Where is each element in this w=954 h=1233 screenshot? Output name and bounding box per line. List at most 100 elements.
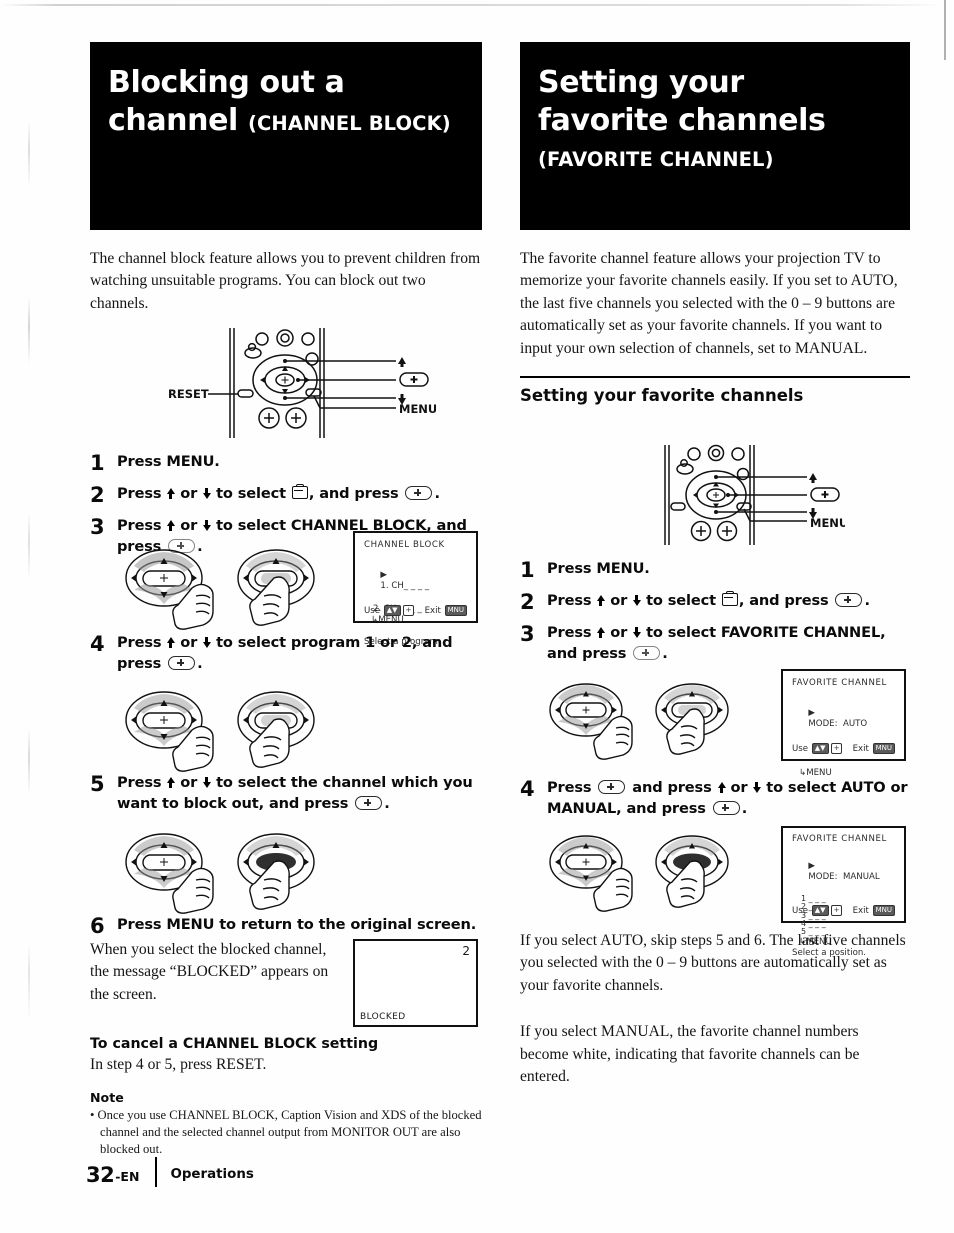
right-step-3: 3 Press or to select FAVORITE CHANNEL, a…	[520, 622, 910, 664]
osd-channel-block: CHANNEL BLOCK ▶ 1. CH_ _ _ _ 2. CH_ _ _ …	[353, 531, 478, 647]
enter-key-icon: +	[830, 904, 843, 916]
menu-settings-icon	[721, 590, 738, 606]
osd-row1-text: 1. CH_ _ _ _	[380, 581, 430, 592]
right-intro-paragraph: The favorite channel feature allows your…	[520, 250, 898, 357]
t: .	[434, 485, 440, 502]
menu-label-right: MENU	[810, 516, 845, 530]
scan-artifact-top	[0, 4, 954, 6]
right-step-4-wrap: 4 Press and press or to select AUTO or M…	[520, 777, 910, 819]
arrow-up-icon	[166, 777, 176, 788]
blocked-screen-channel: 2	[462, 944, 470, 958]
menu-key-icon: MNU	[444, 604, 467, 616]
left-intro-paragraph: The channel block feature allows you to …	[90, 250, 481, 312]
jog-enter-icon	[712, 801, 740, 815]
arrow-up-icon	[596, 595, 606, 606]
left-step-5-wrap: 5 Press or to select the channel which y…	[90, 772, 482, 814]
scan-artifact-right	[944, 0, 946, 60]
t: Press	[117, 517, 167, 534]
left-step-1-number: 1	[90, 451, 105, 475]
osd-channel-block-row1: ▶ 1. CH_ _ _ _	[364, 558, 468, 603]
enter-key-icon: +	[830, 742, 843, 754]
note-heading: Note	[90, 1090, 124, 1106]
jog-enter-icon	[168, 656, 196, 670]
updown-key-icon: ▲▼	[811, 904, 829, 916]
arrow-down-icon	[632, 627, 642, 638]
right-title-subtitle: (FAVORITE CHANNEL)	[538, 147, 774, 171]
menu-key-icon: MNU	[872, 904, 895, 916]
left-title-banner: Blocking out a channel (CHANNEL BLOCK)	[90, 42, 482, 230]
osd-use-group: Use ▲▼ +	[792, 742, 843, 755]
left-cancel-note-block: To cancel a CHANNEL BLOCK setting In ste…	[90, 1036, 482, 1158]
t: , and press	[308, 485, 404, 502]
osd-favorite-auto: FAVORITE CHANNEL ▶ MODE: AUTO ↳MENU Use …	[781, 669, 906, 778]
osd-cursor-icon: ▶	[808, 707, 815, 718]
menu-label-left: MENU	[399, 402, 436, 416]
right-title-line2: favorite channels	[538, 103, 826, 139]
t: and press	[627, 779, 717, 796]
left-step-1: 1 Press MENU.	[90, 451, 482, 475]
right-step-1-text: Press MENU.	[547, 560, 650, 577]
osd-mode-text: MODE: MANUAL	[808, 872, 880, 883]
left-step-2-number: 2	[90, 483, 105, 507]
left-title-line2: channel	[108, 103, 238, 139]
t: or	[605, 592, 633, 609]
scan-artifact-left	[28, 120, 30, 1100]
osd-use-label: Use	[792, 743, 809, 754]
joystick-pair-step4	[116, 686, 346, 772]
arrow-down-icon	[632, 595, 642, 606]
right-title-banner: Setting your favorite channels (FAVORITE…	[520, 42, 910, 230]
t: .	[197, 655, 203, 672]
t: .	[384, 795, 390, 812]
blocked-screen-message: BLOCKED	[360, 1012, 406, 1022]
menu-settings-icon	[291, 483, 308, 499]
arrow-up-icon	[166, 520, 176, 531]
right-step-1: 1 Press MENU.	[520, 558, 910, 582]
right-closing-paragraph-2: If you select MANUAL, the favorite chann…	[520, 1023, 860, 1086]
updown-key-icon: ▲▼	[811, 742, 829, 754]
arrow-down-icon	[202, 637, 212, 648]
osd-exit-label: Exit	[424, 605, 441, 616]
reset-label: RESET	[168, 387, 209, 401]
osd-favorite-manual-footer: Use ▲▼ + Exit MNU	[792, 904, 896, 917]
osd-exit-group: Exit MNU	[853, 904, 896, 917]
left-title-line1: Blocking out a	[108, 65, 345, 100]
right-step-4-number: 4	[520, 777, 535, 801]
arrow-up-icon	[166, 637, 176, 648]
left-title-suffix: (CHANNEL BLOCK)	[247, 112, 451, 136]
osd-favorite-manual-title: FAVORITE CHANNEL	[792, 834, 887, 844]
right-title: Setting your favorite channels	[538, 64, 892, 141]
left-step-3-number: 3	[90, 515, 105, 539]
osd-cursor-icon: ▶	[380, 569, 387, 580]
jog-enter-icon	[835, 593, 863, 607]
left-step-5-number: 5	[90, 772, 105, 796]
right-closing-block: If you select AUTO, skip steps 5 and 6. …	[520, 930, 910, 1089]
menu-key-icon: MNU	[872, 742, 895, 754]
osd-favorite-manual-mode: ▶ MODE: MANUAL	[792, 849, 896, 894]
joystick-pair-right-step4	[540, 830, 760, 916]
arrow-up-icon	[717, 782, 726, 793]
t: Press	[117, 485, 167, 502]
jog-enter-icon	[633, 646, 661, 660]
right-closing-paragraph-1: If you select AUTO, skip steps 5 and 6. …	[520, 932, 906, 994]
left-step-2: 2 Press or to select , and press .	[90, 483, 482, 507]
osd-exit-group: Exit MNU	[853, 742, 896, 755]
arrow-down-icon	[752, 782, 762, 793]
remote-illustration-right: MENU	[655, 443, 845, 548]
right-step-1-number: 1	[520, 558, 535, 582]
left-title: Blocking out a channel (CHANNEL BLOCK)	[108, 64, 464, 141]
right-step-2-number: 2	[520, 590, 535, 614]
t: or	[605, 624, 633, 641]
t: or	[175, 774, 203, 791]
updown-key-icon: ▲▼	[383, 604, 401, 616]
right-step-2-text: Press or to select , and press .	[547, 590, 910, 611]
t: or	[175, 517, 203, 534]
jog-enter-icon	[355, 796, 383, 810]
osd-use-label: Use	[364, 605, 381, 616]
osd-exit-group: Exit MNU	[424, 604, 468, 617]
page-footer: 32 -EN Operations	[86, 1157, 254, 1187]
left-step-6-text: Press MENU to return to the original scr…	[117, 916, 477, 933]
t: or	[175, 634, 203, 651]
right-section-heading: Setting your favorite channels	[520, 376, 910, 405]
cancel-body: In step 4 or 5, press RESET.	[90, 1056, 267, 1073]
left-step-2-text: Press or to select , and press .	[117, 483, 482, 504]
